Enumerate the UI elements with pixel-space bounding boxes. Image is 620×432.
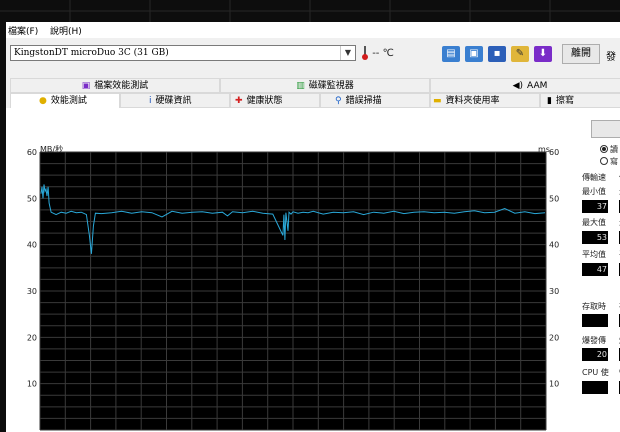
tab-folder-usage[interactable]: ▬ 資料夾使用率 (430, 93, 540, 108)
chart-ytick-left: 10 (27, 380, 37, 389)
folder-icon: ▬ (433, 96, 442, 106)
info-icon: i (149, 96, 152, 106)
hd-tune-window: 檔案(F) 說明(H) KingstonDT microDuo 3C (31 G… (6, 22, 620, 432)
start-button[interactable] (591, 120, 620, 138)
access-time-value (582, 314, 608, 327)
access-time-label: 存取時 (582, 302, 606, 311)
burst-rate-value: 20 (582, 348, 608, 361)
write-radio[interactable] (600, 157, 608, 165)
chart-ytick-left: 20 (27, 333, 37, 342)
chart-ytick-right: 50 (549, 194, 559, 203)
chart-ytick-left: 30 (27, 287, 37, 296)
tab-info[interactable]: i 硬碟資訊 (120, 93, 230, 108)
chevron-down-icon[interactable]: ▼ (340, 46, 355, 60)
chart-ytick-right: 40 (549, 241, 559, 250)
min-value: 37 (582, 200, 608, 213)
read-radio[interactable] (600, 145, 608, 153)
save-icon[interactable]: ▪ (488, 46, 506, 62)
drive-select[interactable]: KingstonDT microDuo 3C (31 GB) ▼ (10, 45, 356, 61)
avg-value: 47 (582, 263, 608, 276)
benchmark-chart: 10 20 30 40 50 60 10 20 30 40 50 60 MB/秒 ms (27, 144, 559, 431)
bulb-icon: ● (39, 96, 47, 106)
chart-grid (39, 151, 547, 431)
health-cross-icon: ✚ (235, 96, 243, 106)
chart-ytick-left: 40 (27, 241, 37, 250)
tab-label: 資料夾使用率 (445, 96, 500, 106)
cpu-usage-label: CPU 使 (582, 368, 609, 377)
max-value: 53 (582, 231, 608, 244)
temperature-value: -- ℃ (372, 48, 394, 59)
write-radio-label: 寫 (610, 157, 618, 166)
chart-ytick-left: 50 (27, 194, 37, 203)
tab-label: 效能測試 (50, 96, 87, 106)
tab-label: 擦寫 (555, 96, 574, 106)
drive-select-value: KingstonDT microDuo 3C (31 GB) (14, 48, 169, 58)
tab-label: 健康狀態 (246, 96, 283, 106)
chart-ytick-right: 10 (549, 380, 559, 389)
tab-health[interactable]: ✚ 健康狀態 (230, 93, 320, 108)
chart-ytick-right: 20 (549, 333, 559, 342)
menu-bar: 檔案(F) 說明(H) (6, 22, 620, 38)
file-benchmark-icon: ▣ (81, 81, 91, 91)
menu-file[interactable]: 檔案(F) (8, 24, 38, 37)
tab-aam[interactable]: ◀) AAM (430, 78, 620, 93)
tab-label: 錯誤掃描 (345, 96, 382, 106)
benchmark-panel: 10 20 30 40 50 60 10 20 30 40 50 60 MB/秒 ms 讀 寫 傳輸… (6, 108, 620, 432)
chart-yticks-right: 10 20 30 40 50 60 (549, 148, 559, 389)
copy-info-icon[interactable]: ▤ (442, 46, 460, 62)
magnifier-icon: ⚲ (335, 96, 342, 106)
tab-erase[interactable]: ▮ 擦寫 (540, 93, 620, 108)
tab-error-scan[interactable]: ⚲ 錯誤掃描 (320, 93, 430, 108)
chart-ytick-left: 60 (27, 148, 37, 157)
copy-screenshot-icon[interactable]: ▣ (465, 46, 483, 62)
burst-rate-label: 爆發傳 (582, 336, 606, 345)
tab-bar: ▣ 檔案效能測試 ▥ 磁碟監視器 ◀) AAM ● 效能測試 i 硬碟資訊 ✚ 健康狀態 ⚲… (6, 78, 620, 110)
thermometer-icon (362, 46, 368, 60)
tab-disk-monitor[interactable]: ▥ 磁碟監視器 (220, 78, 430, 93)
chart-ytick-right: 30 (549, 287, 559, 296)
chart-ytick-right: 60 (549, 148, 559, 157)
transfer-rate-header: 傳輸速 (582, 173, 606, 182)
tab-label: 檔案效能測試 (94, 81, 149, 91)
results-sidebar: 讀 寫 傳輸速 傳 最小值 最 37 最大值 最 53 平均值 平 47 存取時… (572, 108, 620, 432)
options-icon[interactable]: ✎ (511, 46, 529, 62)
menu-help[interactable]: 說明(H) (50, 24, 82, 37)
chart-ylabel-right: ms (538, 145, 550, 154)
cpu-usage-value (582, 381, 608, 394)
tab-file-benchmark[interactable]: ▣ 檔案效能測試 (10, 78, 220, 93)
read-radio-label: 讀 (610, 145, 618, 154)
temperature-readout: -- ℃ (361, 46, 394, 60)
avg-label: 平均值 (582, 250, 606, 259)
disk-monitor-icon: ▥ (296, 81, 305, 91)
chart-yticks-left: 10 20 30 40 50 60 (27, 148, 37, 389)
tab-label: AAM (527, 81, 548, 91)
download-icon[interactable]: ⬇ (534, 46, 552, 62)
toolbar-overflow-label: 發 (606, 52, 616, 63)
max-label: 最大值 (582, 218, 606, 227)
exit-button[interactable]: 離開 (562, 44, 600, 64)
min-label: 最小值 (582, 187, 606, 196)
tab-label: 磁碟監視器 (308, 81, 354, 91)
chart-ylabel-left: MB/秒 (40, 144, 63, 154)
tab-label: 硬碟資訊 (155, 96, 192, 106)
eraser-icon: ▮ (547, 96, 552, 106)
toolbar: KingstonDT microDuo 3C (31 GB) ▼ -- ℃ ▤ … (6, 38, 620, 70)
speaker-icon: ◀) (512, 81, 524, 91)
